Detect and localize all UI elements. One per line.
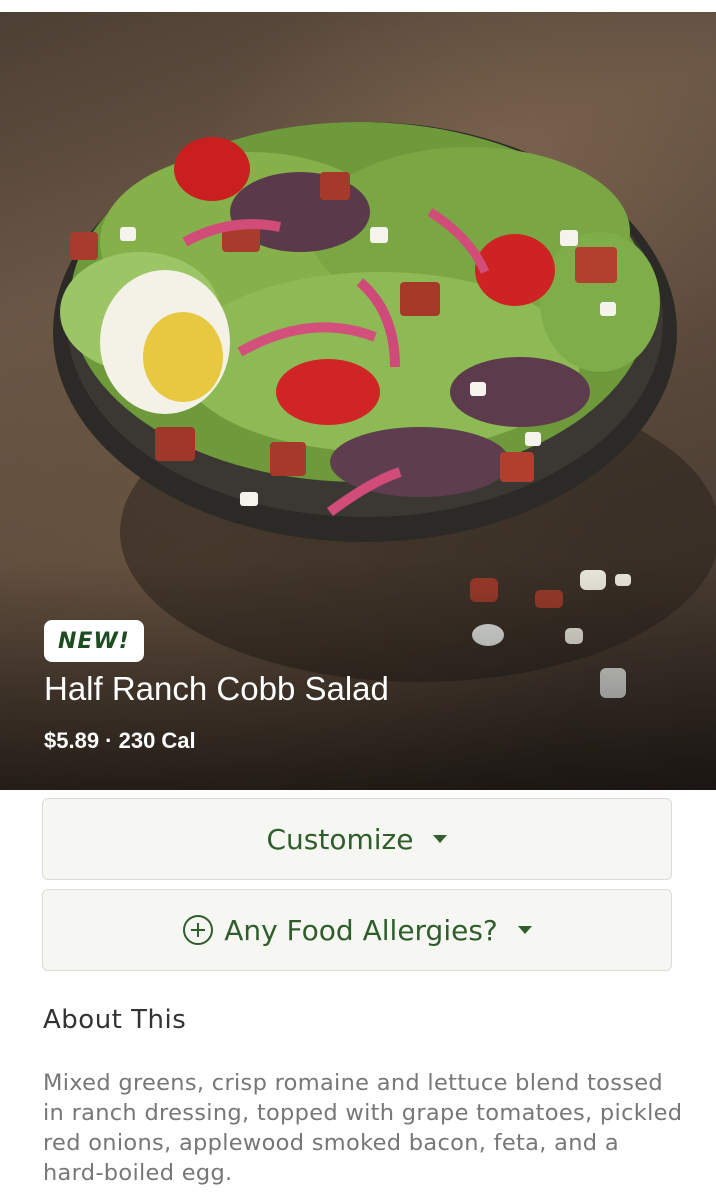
new-badge-label: NEW! bbox=[58, 628, 130, 654]
caret-down-icon bbox=[517, 926, 532, 934]
plus-circle-icon bbox=[182, 914, 214, 946]
about-description: Mixed greens, crisp romaine and lettuce … bbox=[43, 1070, 683, 1186]
new-badge: NEW! bbox=[44, 620, 144, 662]
price-calories: $5.89 · 230 Cal bbox=[44, 728, 196, 753]
customize-button[interactable]: Customize bbox=[42, 798, 672, 880]
status-bar-area bbox=[0, 0, 716, 12]
about-heading: About This bbox=[43, 1005, 187, 1035]
food-allergies-button[interactable]: Any Food Allergies? bbox=[42, 889, 672, 971]
customize-label: Customize bbox=[266, 822, 414, 856]
caret-down-icon bbox=[433, 835, 448, 843]
food-allergies-label: Any Food Allergies? bbox=[224, 913, 498, 947]
item-title: Half Ranch Cobb Salad bbox=[44, 670, 389, 707]
